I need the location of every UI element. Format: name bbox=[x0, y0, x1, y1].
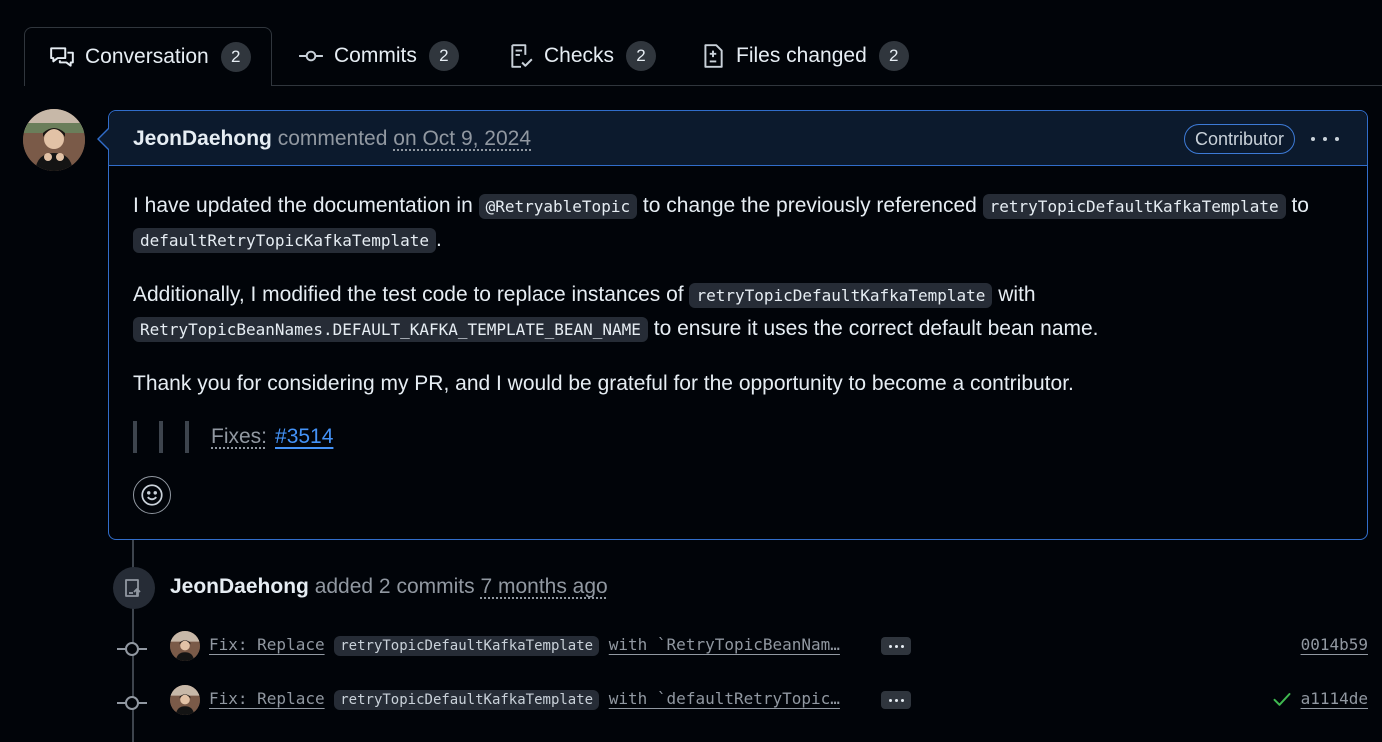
contributor-badge: Contributor bbox=[1183, 124, 1295, 154]
comment-paragraph: Thank you for considering my PR, and I w… bbox=[133, 372, 1074, 395]
inline-code: @RetryableTopic bbox=[478, 194, 638, 219]
checklist-icon bbox=[508, 43, 534, 69]
repo-push-icon bbox=[113, 567, 155, 609]
tab-label: Conversation bbox=[85, 45, 209, 68]
comment-verb: commented bbox=[277, 127, 388, 150]
commit-message[interactable]: Fix: Replace retryTopicDefaultKafkaTempl… bbox=[209, 689, 840, 710]
blockquote-bar bbox=[133, 421, 137, 453]
tab-commits[interactable]: Commits 2 bbox=[298, 27, 459, 85]
inline-code: RetryTopicBeanNames.DEFAULT_KAFKA_TEMPLA… bbox=[133, 317, 648, 342]
tab-files-changed[interactable]: Files changed 2 bbox=[700, 27, 909, 85]
comment-paragraph: Additionally, I modified the test code t… bbox=[133, 278, 1343, 346]
inline-code: retryTopicDefaultKafkaTemplate bbox=[334, 636, 600, 656]
comment-paragraph: I have updated the documentation in @Ret… bbox=[133, 189, 1343, 257]
tab-checks[interactable]: Checks 2 bbox=[508, 27, 657, 85]
commit-suffix[interactable]: with `RetryTopicBeanNam… bbox=[609, 635, 840, 654]
avatar[interactable] bbox=[23, 109, 85, 171]
pr-description-comment: JeonDaehong commented on Oct 9, 2024 Con… bbox=[108, 110, 1368, 540]
kebab-horizontal-icon[interactable] bbox=[1311, 129, 1339, 149]
expand-commit-button[interactable] bbox=[881, 637, 911, 655]
text: I have updated the documentation in bbox=[133, 194, 479, 217]
commit-prefix[interactable]: Fix: Replace bbox=[209, 689, 325, 708]
tab-label: Files changed bbox=[736, 44, 867, 67]
avatar[interactable] bbox=[170, 685, 200, 715]
text: to change the previously referenced bbox=[637, 194, 983, 217]
tab-count: 2 bbox=[626, 41, 657, 71]
inline-code: retryTopicDefaultKafkaTemplate bbox=[334, 690, 600, 710]
inline-code: retryTopicDefaultKafkaTemplate bbox=[982, 194, 1286, 219]
file-diff-icon bbox=[700, 43, 726, 69]
comment-body: I have updated the documentation in @Ret… bbox=[133, 189, 1343, 400]
inline-code: retryTopicDefaultKafkaTemplate bbox=[689, 283, 993, 308]
tab-conversation[interactable]: Conversation 2 bbox=[24, 27, 272, 86]
commit-row: Fix: Replace retryTopicDefaultKafkaTempl… bbox=[0, 629, 1382, 669]
tab-count: 2 bbox=[428, 41, 459, 71]
expand-commit-button[interactable] bbox=[881, 691, 911, 709]
tab-label: Commits bbox=[334, 44, 417, 67]
comment-date[interactable]: on Oct 9, 2024 bbox=[393, 127, 531, 150]
issue-link[interactable]: #3514 bbox=[275, 425, 333, 449]
comment-header: JeonDaehong commented on Oct 9, 2024 Con… bbox=[109, 111, 1367, 166]
inline-code: defaultRetryTopicKafkaTemplate bbox=[133, 228, 436, 253]
add-reaction-button[interactable] bbox=[133, 476, 171, 514]
commit-sha[interactable]: 0014b59 bbox=[1301, 635, 1368, 654]
commit-suffix[interactable]: with `defaultRetryTopic… bbox=[609, 689, 840, 708]
blockquote-bar bbox=[185, 421, 189, 453]
smiley-icon bbox=[141, 484, 163, 506]
tab-count: 2 bbox=[878, 41, 909, 71]
tab-count: 2 bbox=[220, 42, 251, 72]
comment-author[interactable]: JeonDaehong bbox=[133, 127, 272, 150]
git-commit-icon bbox=[125, 642, 139, 656]
pr-tabs: Conversation 2 Commits 2 Checks 2 Files … bbox=[0, 0, 1382, 86]
commit-message[interactable]: Fix: Replace retryTopicDefaultKafkaTempl… bbox=[209, 635, 840, 656]
git-commit-icon bbox=[125, 696, 139, 710]
text: with bbox=[992, 283, 1036, 306]
text: Additionally, I modified the test code t… bbox=[133, 283, 690, 306]
text: to bbox=[1285, 194, 1309, 217]
blockquote: Fixes: #3514 bbox=[133, 421, 333, 453]
git-commit-icon bbox=[298, 43, 324, 69]
text: to ensure it uses the correct default be… bbox=[647, 317, 1099, 340]
fixes-label: Fixes: bbox=[211, 425, 268, 448]
check-icon[interactable] bbox=[1272, 689, 1292, 709]
event-time[interactable]: 7 months ago bbox=[480, 575, 607, 598]
event-author[interactable]: JeonDaehong bbox=[170, 575, 309, 598]
event-action: added 2 commits bbox=[314, 575, 475, 598]
blockquote-bar bbox=[159, 421, 163, 453]
avatar[interactable] bbox=[170, 631, 200, 661]
comment-discussion-icon bbox=[49, 44, 75, 70]
commit-row: Fix: Replace retryTopicDefaultKafkaTempl… bbox=[0, 683, 1382, 723]
text: . bbox=[435, 228, 442, 251]
comment-pointer-fill bbox=[99, 128, 110, 150]
commit-sha[interactable]: a1114de bbox=[1301, 689, 1368, 708]
commit-prefix[interactable]: Fix: Replace bbox=[209, 635, 325, 654]
tab-label: Checks bbox=[544, 44, 615, 67]
timeline-event: JeonDaehong added 2 commits 7 months ago bbox=[170, 575, 608, 599]
comment-author-line: JeonDaehong commented on Oct 9, 2024 bbox=[133, 127, 531, 151]
